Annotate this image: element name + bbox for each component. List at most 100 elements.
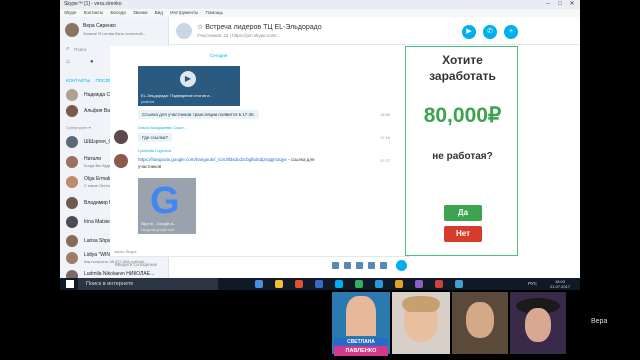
avatar[interactable] bbox=[65, 23, 79, 37]
menu-contacts[interactable]: Контакты bbox=[84, 10, 103, 15]
profile[interactable]: Вера Сиренко Занята! Я готова быть полез… bbox=[65, 21, 165, 43]
name-badge-line-2: ПАВЛЕНКО bbox=[334, 346, 388, 356]
title-bar: Skype™ [1] - vera.sirenko – □ ✕ bbox=[60, 0, 580, 9]
app-icon[interactable] bbox=[395, 280, 403, 288]
avatar bbox=[66, 156, 78, 168]
app-icon[interactable] bbox=[435, 280, 443, 288]
message-input[interactable]: Введите сообщение bbox=[115, 262, 157, 267]
windows-start-icon[interactable] bbox=[66, 280, 74, 288]
card-caption: Sign in - Google A... bbox=[141, 221, 177, 226]
ad-banner[interactable]: Хотите заработать 80,000₽ не работая? Да… bbox=[405, 46, 518, 256]
avatar[interactable] bbox=[114, 154, 128, 168]
avatar[interactable] bbox=[114, 130, 128, 144]
via-label: через Skype bbox=[114, 249, 137, 254]
search-icon: ⌕ bbox=[66, 46, 70, 52]
media-caption: EL-Эльдорадо: Подведение итогов и... bbox=[141, 93, 213, 98]
message-link[interactable]: https://hangouts.google.com/hangouts/_/c… bbox=[138, 157, 314, 162]
browser-icon[interactable] bbox=[255, 280, 263, 288]
participant-image bbox=[402, 296, 440, 312]
video-message-icon[interactable] bbox=[344, 262, 351, 269]
menu-bar: Skype Контакты Беседа Звонки Вид Инструм… bbox=[60, 9, 580, 17]
emoji-icon[interactable] bbox=[380, 262, 387, 269]
message-text: Где ссылка? bbox=[138, 133, 172, 142]
ad-line-3: не работая? bbox=[432, 151, 493, 162]
profile-name: Вера Сиренко bbox=[83, 23, 116, 29]
menu-help[interactable]: Помощь bbox=[206, 10, 223, 15]
google-logo-icon: G bbox=[150, 180, 180, 222]
ad-no-button[interactable]: Нет bbox=[444, 226, 482, 242]
pin-icon[interactable]: ● bbox=[90, 59, 94, 65]
menu-skype[interactable]: Skype bbox=[64, 10, 77, 15]
app-icon[interactable] bbox=[355, 280, 363, 288]
contact-share-icon[interactable] bbox=[368, 262, 375, 269]
minimize-icon[interactable]: – bbox=[542, 0, 554, 9]
message-text: Ссылка для участников трансляции появитс… bbox=[138, 110, 259, 119]
ad-yes-button[interactable]: Да bbox=[444, 205, 482, 221]
ad-amount: 80,000₽ bbox=[423, 104, 502, 127]
message-input-bar: Введите сообщение bbox=[110, 256, 410, 274]
video-tile[interactable] bbox=[510, 292, 566, 354]
call-button[interactable]: ✆ bbox=[483, 25, 497, 39]
contact-name: Натали bbox=[84, 156, 102, 162]
conversation-subtitle[interactable]: Участников: 23 | https://join.skype.com/… bbox=[197, 33, 280, 38]
message-text: участников bbox=[138, 164, 162, 169]
avatar bbox=[66, 176, 78, 188]
play-icon: ▶ bbox=[180, 71, 196, 87]
language-indicator[interactable]: РУС bbox=[528, 281, 537, 286]
tab-contacts[interactable]: КОНТАКТЫ bbox=[66, 78, 90, 83]
video-preview[interactable]: ▶ EL-Эльдорадо: Подведение итогов и... y… bbox=[138, 66, 240, 106]
menu-calls[interactable]: Звонки bbox=[133, 10, 148, 15]
section-group[interactable]: Супергрупп ▾ bbox=[66, 125, 91, 130]
skype-icon[interactable] bbox=[335, 280, 343, 288]
contact-name: Larisa Shpak bbox=[84, 238, 114, 244]
maximize-icon[interactable]: □ bbox=[554, 0, 566, 9]
ad-line-2: заработать bbox=[429, 69, 496, 83]
avatar bbox=[66, 136, 78, 148]
app-icon[interactable] bbox=[455, 280, 463, 288]
media-domain: youtu.be bbox=[141, 100, 155, 104]
message-time: 17:16 bbox=[380, 135, 391, 140]
window-title: Skype™ [1] - vera.sirenko bbox=[64, 1, 122, 7]
video-tile[interactable] bbox=[452, 292, 508, 354]
sender-name: Lyudmila Loginova bbox=[138, 148, 172, 153]
file-icon[interactable] bbox=[356, 262, 363, 269]
menu-view[interactable]: Вид bbox=[155, 10, 163, 15]
video-tile[interactable] bbox=[392, 292, 450, 354]
group-avatar[interactable] bbox=[176, 23, 192, 39]
avatar bbox=[66, 252, 78, 264]
avatar bbox=[66, 216, 78, 228]
link-preview-card[interactable]: G Sign in - Google A... hangouts.google.… bbox=[138, 178, 196, 234]
avatar bbox=[66, 197, 78, 209]
name-badge-line-1: СВЕТЛАНА bbox=[334, 338, 388, 346]
message-time: 17:27 bbox=[380, 158, 391, 163]
menu-conversation[interactable]: Беседа bbox=[110, 10, 125, 15]
taskbar-search-placeholder: Поиск в интернете bbox=[86, 281, 134, 287]
app-icon[interactable] bbox=[295, 280, 303, 288]
telegram-icon[interactable] bbox=[375, 280, 383, 288]
participant-image bbox=[525, 308, 551, 342]
taskbar-search[interactable]: Поиск в интернете bbox=[78, 278, 218, 290]
video-call-button[interactable]: ▶ bbox=[462, 25, 476, 39]
close-icon[interactable]: ✕ bbox=[566, 0, 578, 9]
profile-status[interactable]: Занята! Я готова быть полезной... bbox=[83, 31, 146, 36]
explorer-icon[interactable] bbox=[275, 280, 283, 288]
search-placeholder: Поиск bbox=[74, 47, 87, 52]
date-separator: Сегодня bbox=[210, 53, 228, 58]
app-icon[interactable] bbox=[415, 280, 423, 288]
participant-image bbox=[346, 296, 376, 336]
clock[interactable]: 18:03 21.07.2017 bbox=[550, 279, 570, 289]
menu-tools[interactable]: Инструменты bbox=[170, 10, 198, 15]
taskbar: Поиск в интернете РУС 18:03 21.07.2017 bbox=[60, 278, 580, 290]
caller-name: Вера bbox=[591, 318, 608, 325]
conversation-title: ☆ Встреча лидеров ТЦ EL-Эльдорадо bbox=[197, 24, 322, 31]
add-people-button[interactable]: + bbox=[504, 25, 518, 39]
word-icon[interactable] bbox=[315, 280, 323, 288]
ad-line-1: Хотите bbox=[442, 53, 483, 67]
card-domain: hangouts.google.com bbox=[141, 228, 175, 232]
send-button[interactable] bbox=[396, 260, 407, 271]
image-icon[interactable] bbox=[332, 262, 339, 269]
message-time: 16:56 bbox=[380, 112, 391, 117]
conversation-header: ☆ Встреча лидеров ТЦ EL-Эльдорадо Участн… bbox=[170, 17, 580, 45]
participant-image bbox=[466, 302, 494, 338]
home-icon[interactable]: ⌂ bbox=[66, 59, 70, 65]
